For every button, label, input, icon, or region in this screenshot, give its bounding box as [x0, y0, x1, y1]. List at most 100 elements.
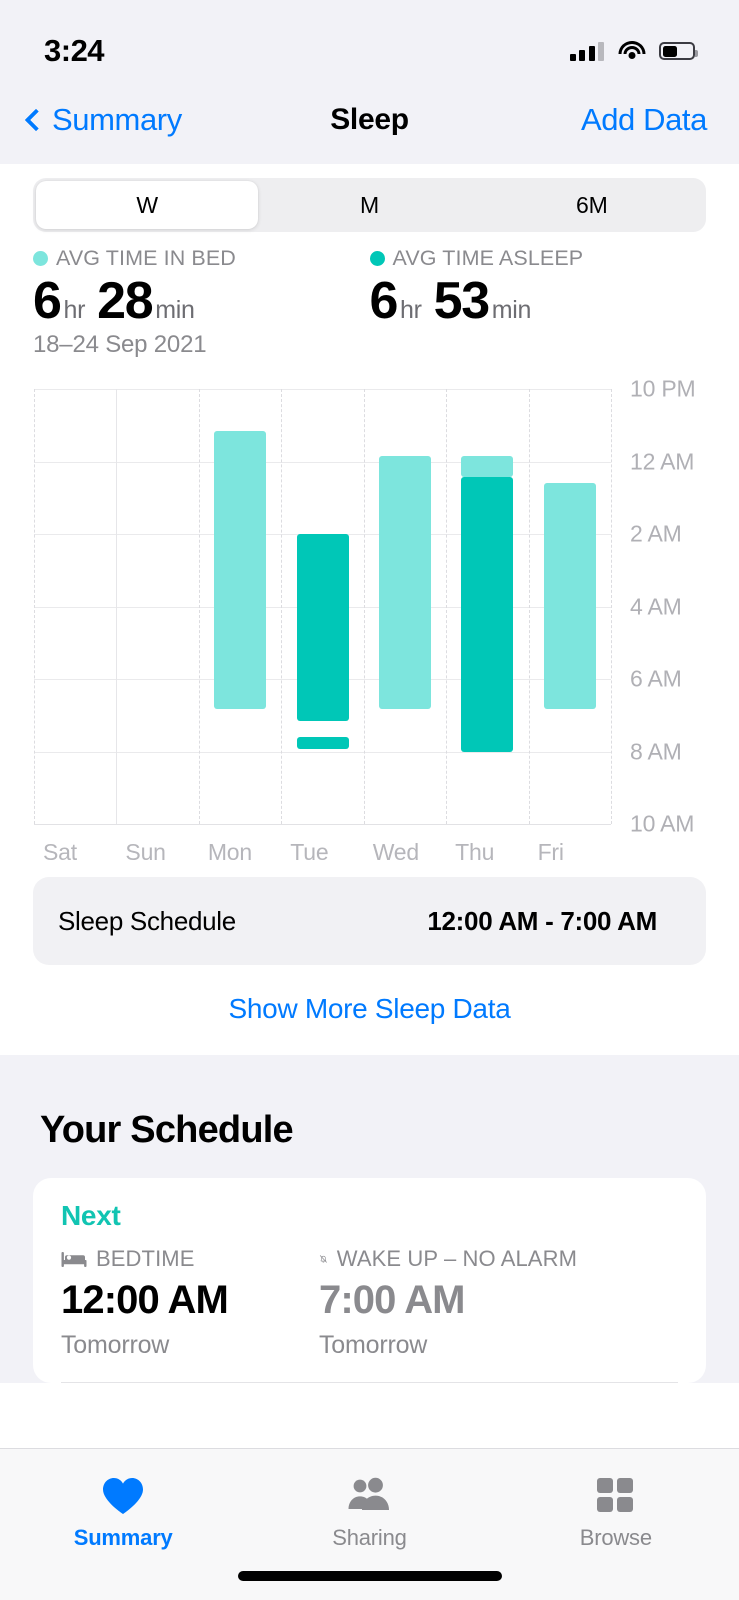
chevron-left-icon [24, 108, 48, 132]
sleep-schedule-label: Sleep Schedule [58, 905, 236, 936]
wakeup-heading: WAKE UP – NO ALARM [336, 1246, 577, 1272]
chart-gridline [34, 751, 611, 753]
summary-stats: AVG TIME IN BED 6 hr 28 min AVG TIME ASL… [0, 232, 739, 329]
chart-y-tick-label: 2 AM [630, 520, 682, 547]
status-bar-indicators [569, 41, 698, 61]
add-data-button[interactable]: Add Data [581, 102, 707, 138]
sleep-schedule-row[interactable]: Sleep Schedule 12:00 AM - 7:00 AM [33, 877, 706, 966]
chart-x-tick-label: Fri [537, 839, 564, 866]
chart-column-divider [528, 389, 530, 825]
chart-x-tick-label: Sun [125, 839, 166, 866]
tab-summary[interactable]: Summary [0, 1449, 246, 1600]
chart-column-divider [116, 389, 118, 825]
heart-icon [101, 1473, 145, 1519]
back-button[interactable]: Summary [24, 102, 182, 138]
range-segmented-control[interactable]: W M 6M [33, 178, 706, 232]
asleep-hours-unit: hr [400, 296, 422, 324]
chart-x-tick-label: Tue [290, 839, 329, 866]
bell-slash-icon [319, 1255, 327, 1263]
chart-column-divider [198, 389, 200, 825]
wakeup-value: 7:00 AM [319, 1278, 466, 1323]
chart-y-tick-label: 10 PM [630, 375, 696, 402]
chart-y-tick-label: 10 AM [630, 810, 695, 837]
chart-plot-area [34, 389, 612, 826]
tab-browse-label: Browse [579, 1525, 652, 1550]
chart-column-divider [281, 389, 283, 825]
chart-x-tick-label: Wed [372, 839, 419, 866]
navigation-bar: Summary Sleep Add Data [0, 84, 739, 164]
chart-column-divider [363, 389, 365, 825]
asleep-minutes-unit: min [491, 296, 532, 324]
bedtime-heading-row: BEDTIME [61, 1246, 319, 1272]
battery-icon [659, 42, 698, 60]
range-selector-wrapper: W M 6M [0, 164, 739, 232]
bedtime-column: BEDTIME 12:00 AM Tomorrow [61, 1246, 319, 1360]
tab-browse[interactable]: Browse [493, 1449, 739, 1600]
chart-bar-segment[interactable] [296, 736, 349, 749]
in-bed-hours: 6 [33, 272, 62, 330]
in-bed-minutes-unit: min [155, 296, 195, 324]
main-content: W M 6M AVG TIME IN BED 6 hr 28 min AVG T… [0, 164, 739, 1384]
next-badge: Next [61, 1200, 121, 1232]
stat-value-in-bed: 6 hr 28 min [33, 273, 370, 329]
chart-y-tick-label: 4 AM [630, 593, 682, 620]
in-bed-minutes: 28 [97, 272, 153, 330]
asleep-hours: 6 [369, 272, 399, 330]
tab-summary-label: Summary [73, 1525, 173, 1550]
chart-x-tick-label: Sat [43, 839, 77, 866]
chart-bar-segment[interactable] [296, 534, 349, 722]
chart-bar-segment[interactable] [461, 455, 514, 477]
stat-legend-in-bed: AVG TIME IN BED [33, 246, 370, 271]
segment-month[interactable]: M [258, 181, 480, 229]
your-schedule-title: Your Schedule [40, 1109, 294, 1152]
grid-icon [596, 1473, 636, 1519]
sleep-schedule-value: 12:00 AM - 7:00 AM [427, 905, 657, 936]
wakeup-sub: Tomorrow [319, 1331, 428, 1360]
stat-label-asleep: AVG TIME ASLEEP [392, 246, 584, 270]
bedtime-value: 12:00 AM [61, 1278, 229, 1323]
in-bed-hours-unit: hr [63, 296, 86, 324]
chart-x-tick-label: Mon [207, 839, 252, 866]
show-more-sleep-data-button[interactable]: Show More Sleep Data [0, 965, 739, 1055]
stat-avg-time-asleep: AVG TIME ASLEEP 6 hr 53 min [369, 246, 707, 329]
bedtime-heading: BEDTIME [96, 1246, 195, 1272]
back-button-label: Summary [52, 102, 182, 137]
chart-gridline [34, 824, 611, 826]
chart-column-divider [611, 389, 612, 825]
schedule-columns: BEDTIME 12:00 AM Tomorrow WAKE UP – NO A… [61, 1246, 678, 1360]
legend-dot-in-bed [33, 251, 48, 266]
card-separator [61, 1382, 678, 1384]
asleep-minutes: 53 [433, 272, 490, 330]
tab-bar: Summary Sharing Browse [0, 1448, 739, 1600]
tab-sharing-label: Sharing [332, 1525, 407, 1550]
chart-x-tick-label: Thu [455, 839, 495, 866]
chart-gridline [34, 389, 611, 391]
chart-column-divider [446, 389, 448, 825]
chart-bar-segment[interactable] [378, 455, 431, 710]
status-bar: 3:24 [0, 0, 739, 84]
stat-value-asleep: 6 hr 53 min [370, 273, 707, 329]
wakeup-column: WAKE UP – NO ALARM 7:00 AM Tomorrow [319, 1246, 577, 1360]
segment-six-month[interactable]: 6M [481, 181, 703, 229]
legend-dot-asleep [369, 251, 385, 266]
stat-avg-time-in-bed: AVG TIME IN BED 6 hr 28 min [33, 246, 370, 329]
home-indicator [237, 1571, 502, 1581]
chart-bar-segment[interactable] [543, 482, 596, 710]
segment-week[interactable]: W [36, 181, 259, 229]
wakeup-heading-row: WAKE UP – NO ALARM [319, 1246, 577, 1272]
people-icon [345, 1473, 393, 1519]
stat-legend-asleep: AVG TIME ASLEEP [369, 246, 707, 271]
bed-icon [61, 1252, 87, 1268]
wifi-icon [618, 41, 645, 61]
chart-bar-segment[interactable] [461, 476, 514, 752]
chart-gridline [34, 461, 611, 463]
bedtime-sub: Tomorrow [61, 1331, 170, 1360]
chart-bar-segment[interactable] [214, 431, 267, 710]
cellular-signal-icon [569, 41, 604, 61]
chart-column-divider [34, 389, 35, 825]
sleep-chart[interactable]: 10 PM 12 AM 2 AM 4 AM 6 AM 8 AM 10 AM Sat Sun Mo… [0, 367, 739, 867]
your-schedule-section: Your Schedule Next BEDTIME 12:00 AM Tomo… [0, 1055, 739, 1384]
status-bar-time: 3:24 [44, 33, 105, 68]
schedule-card[interactable]: Next BEDTIME 12:00 AM Tomorrow WAKE UP –… [33, 1178, 706, 1384]
chart-y-tick-label: 6 AM [630, 665, 682, 692]
